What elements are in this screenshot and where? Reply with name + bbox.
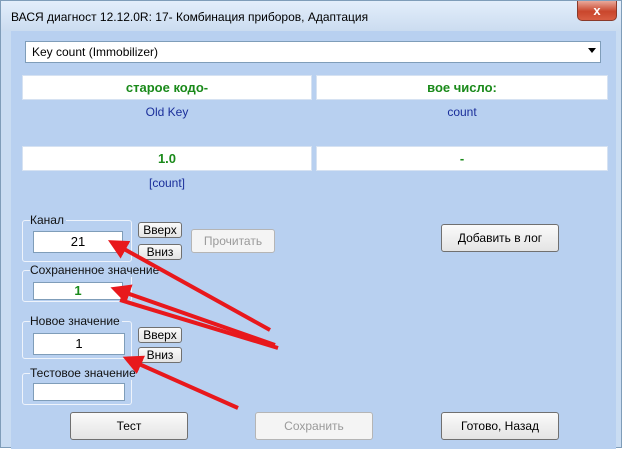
arrow-to-new-value (122, 355, 239, 410)
arrow-to-saved-value-2 (119, 298, 279, 350)
annotation-arrows (108, 240, 279, 410)
